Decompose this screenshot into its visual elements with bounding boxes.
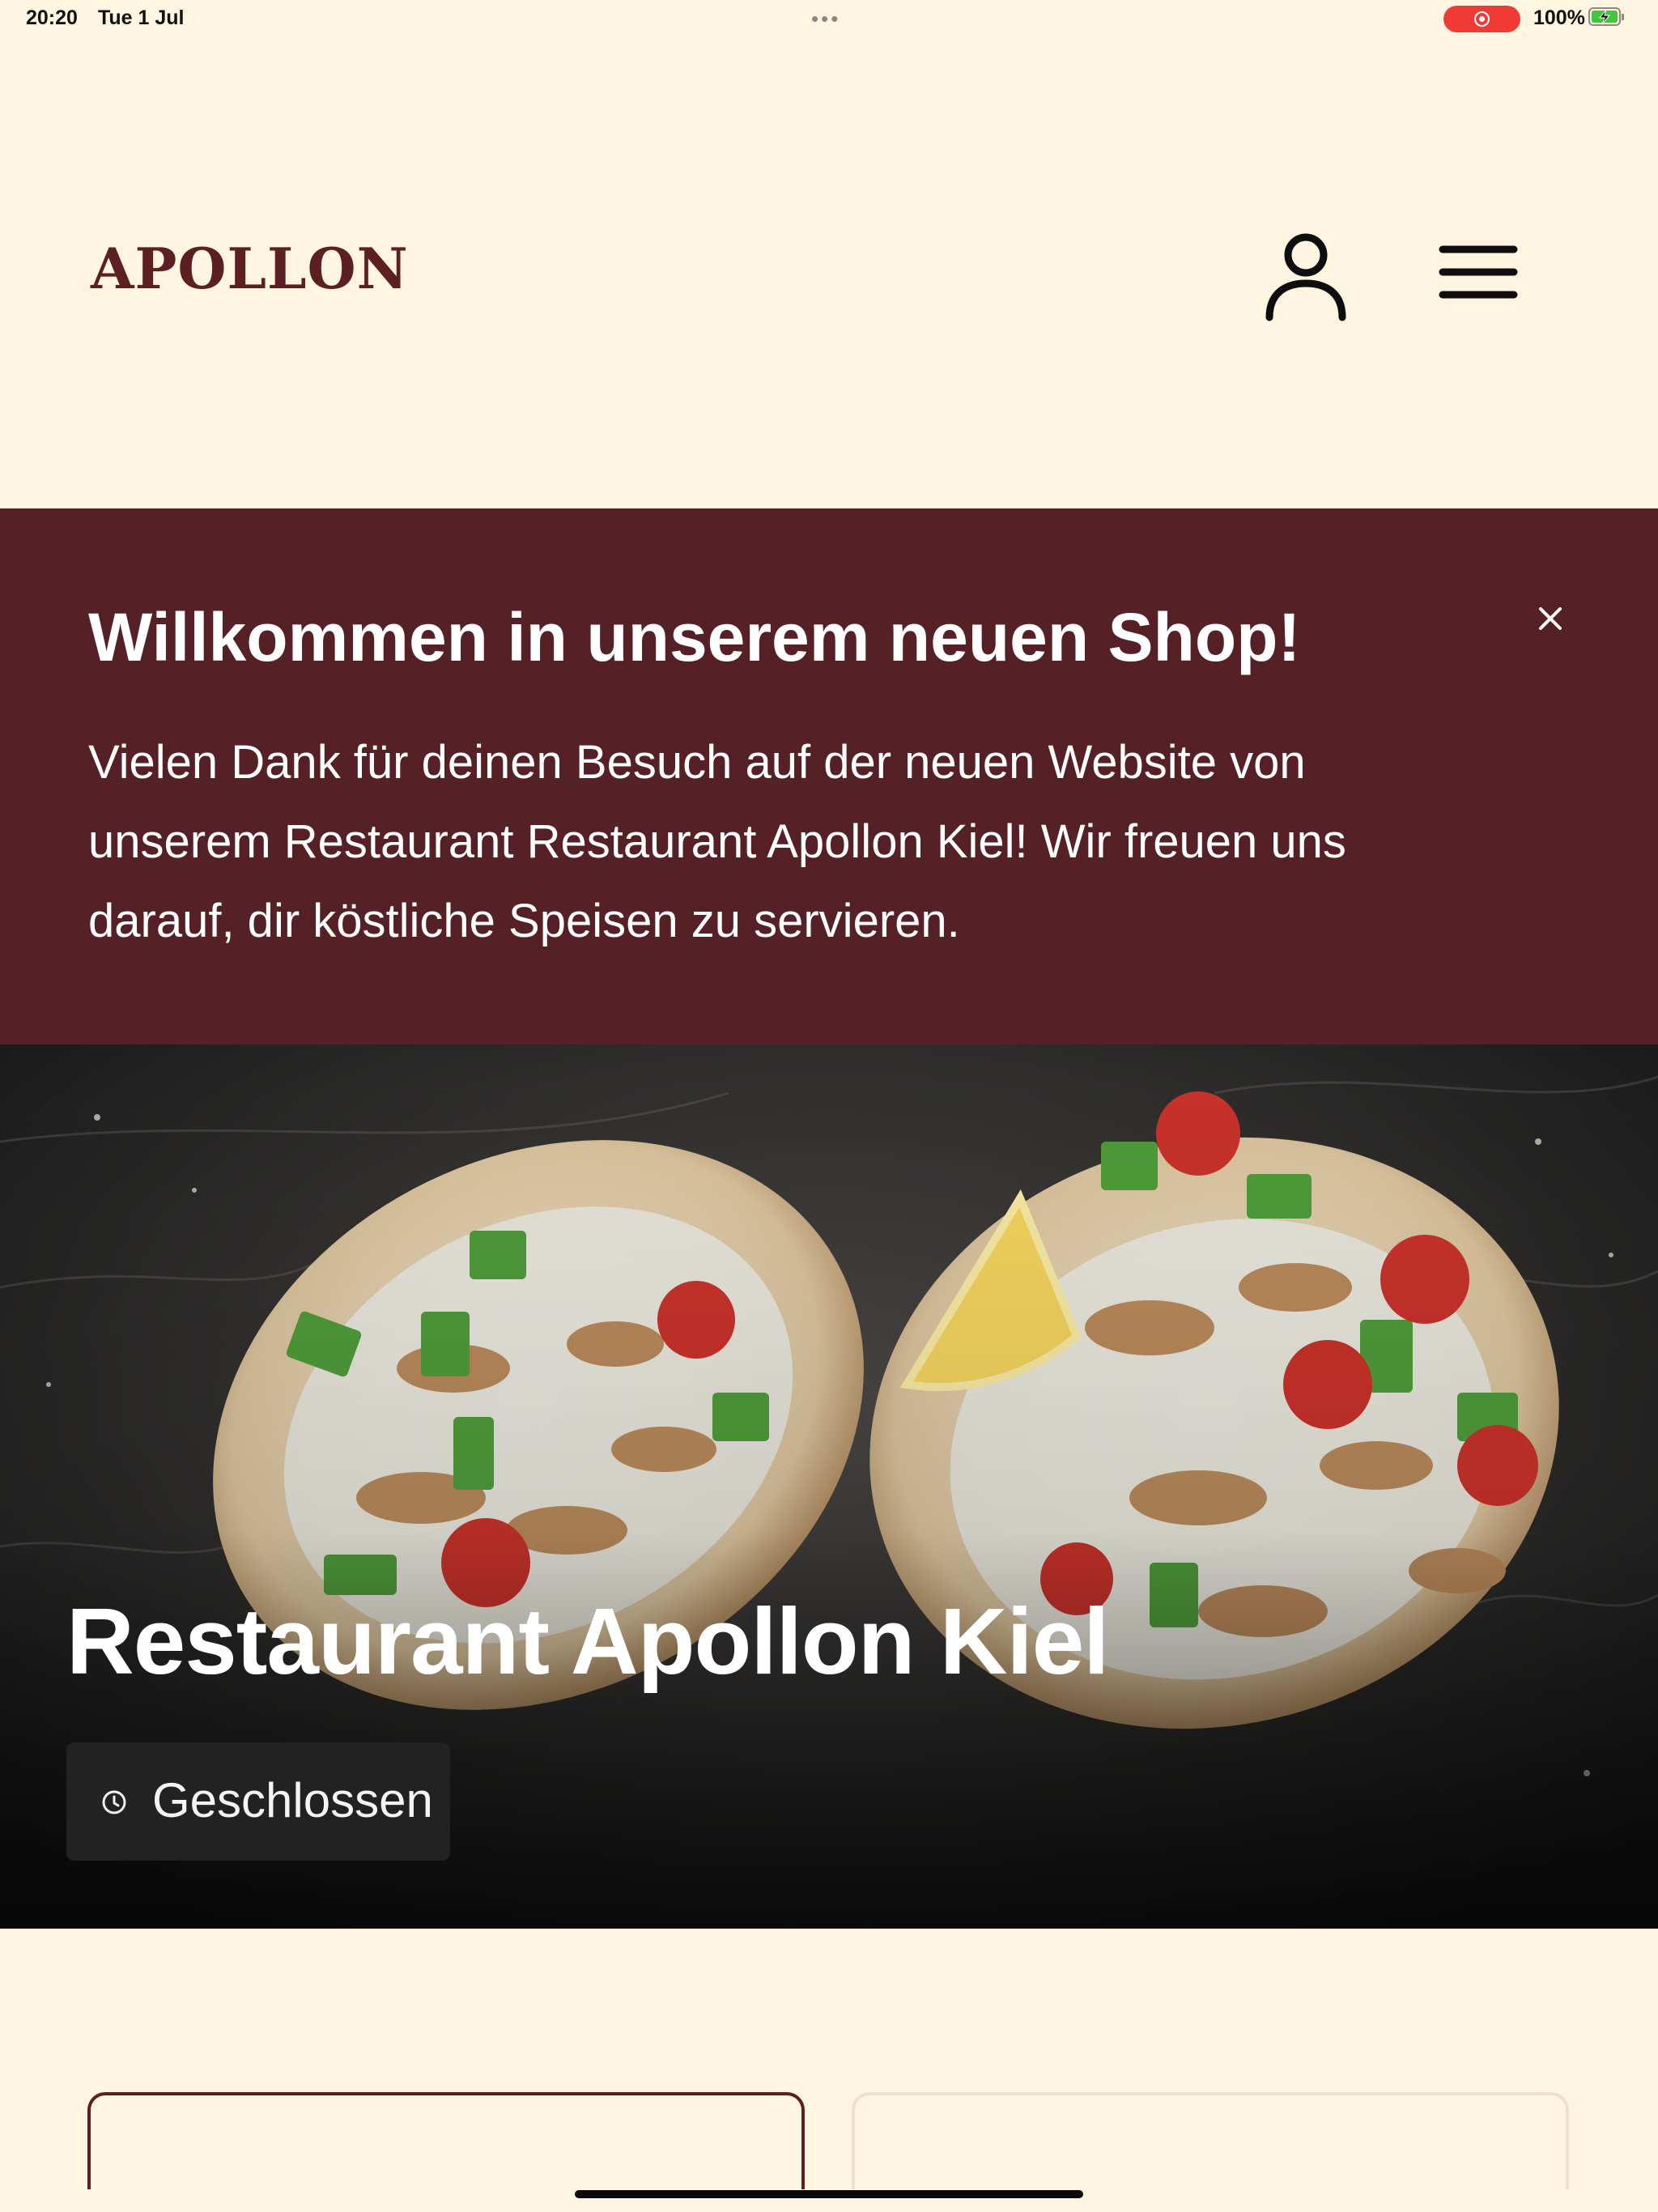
hamburger-menu-icon (1439, 245, 1518, 299)
hero-section: Restaurant Apollon Kiel Geschlossen (0, 1044, 1658, 1929)
opening-status-label: Geschlossen (152, 1773, 433, 1827)
status-date: Tue 1 Jul (98, 6, 185, 29)
battery-charging-icon (1588, 7, 1624, 26)
record-icon (1474, 11, 1490, 27)
restaurant-logo[interactable]: APOLLON (91, 241, 409, 297)
screen-recording-indicator[interactable] (1443, 6, 1520, 32)
clock-icon (102, 1790, 126, 1814)
menu-button[interactable] (1436, 240, 1520, 306)
account-button[interactable] (1261, 227, 1350, 324)
order-option-card[interactable] (852, 2092, 1569, 2189)
welcome-text: Vielen Dank für deinen Besuch auf der ne… (88, 736, 1346, 947)
opening-status-badge[interactable]: Geschlossen (66, 1742, 450, 1861)
order-option-card-selected[interactable] (87, 2092, 805, 2189)
status-time: 20:20 (26, 6, 78, 29)
multitasking-dots[interactable]: ••• (811, 6, 840, 32)
hero-title: Restaurant Apollon Kiel (66, 1589, 1109, 1694)
welcome-title: Willkommen in unserem neuen Shop! (88, 599, 1301, 675)
home-indicator[interactable] (575, 2190, 1083, 2198)
welcome-banner: Willkommen in unserem neuen Shop! Vielen… (0, 508, 1658, 1044)
battery-percentage: 100% (1533, 6, 1585, 29)
status-bar: 20:20 Tue 1 Jul ••• 100% (0, 0, 1658, 39)
close-banner-button[interactable] (1535, 603, 1566, 634)
user-icon (1265, 233, 1346, 321)
close-icon (1539, 607, 1562, 630)
